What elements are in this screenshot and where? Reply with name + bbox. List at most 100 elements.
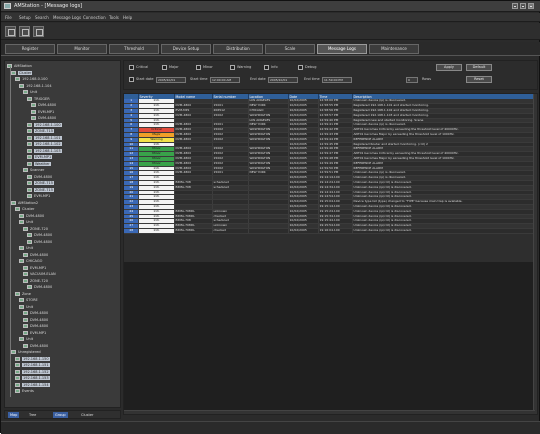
filter-major-checkbox[interactable] (162, 65, 167, 70)
tree-item[interactable]: DVM-4800 (27, 233, 52, 238)
print-icon[interactable] (33, 26, 44, 37)
status-bar (1, 421, 540, 434)
tab-distribution[interactable]: Distribution (213, 44, 263, 54)
tree-item[interactable]: DVM-4800 (27, 174, 52, 180)
apply-button[interactable]: Apply (436, 64, 462, 71)
tree-item[interactable]: EVM-MP1 (23, 330, 46, 336)
tree-item[interactable]: EVM-MP1 (27, 155, 53, 160)
tree-item-label: Cluster (22, 207, 35, 211)
tab-monitor[interactable]: Monitor (57, 44, 107, 54)
end-date-field[interactable]: 2005/10/01 (268, 77, 298, 83)
open-icon[interactable] (5, 26, 16, 37)
tree-item[interactable]: DVM-4800 (31, 116, 56, 121)
menu-tools[interactable]: Tools (109, 15, 119, 20)
filter-debug-checkbox[interactable] (298, 65, 303, 70)
filter-critical-checkbox[interactable] (129, 65, 134, 70)
footer-map-button[interactable]: Map (8, 412, 20, 418)
tree-item[interactable]: DVM-4800 (31, 103, 56, 108)
close-button[interactable] (528, 3, 534, 9)
start-date-field[interactable]: 2005/10/01 (156, 77, 186, 83)
start-time-field[interactable]: 12:00:00 AM (210, 77, 240, 83)
tab-threshold[interactable]: Threshold (109, 44, 159, 54)
tree-item[interactable]: 192.168.1.100 (27, 122, 62, 128)
count-field[interactable]: 0 (406, 77, 418, 83)
device-tree[interactable]: AMStation Cluster 192.168.0.100 192.168.1.1… (4, 60, 121, 408)
tree-item[interactable]: 192.168.1.101 (27, 135, 62, 141)
tree-item[interactable]: Scanner (23, 168, 44, 173)
vertical-scrollbar[interactable] (533, 94, 537, 414)
filter-warning-checkbox[interactable] (230, 65, 235, 70)
default-button[interactable]: Default (466, 64, 492, 71)
tree-item[interactable]: Zone (15, 291, 31, 297)
tree-item[interactable]: EVM-MP1 (31, 109, 54, 115)
maximize-button[interactable] (520, 3, 526, 9)
filter-minor-checkbox[interactable] (196, 65, 201, 70)
tree-item[interactable]: Cluster (11, 70, 33, 76)
toolbar (1, 23, 540, 40)
footer-group-button[interactable]: Group (53, 412, 68, 418)
tree-item[interactable]: DVM-4800 (27, 285, 52, 290)
tree-item[interactable]: ZONE-720 (23, 226, 48, 232)
tree-item[interactable]: 192.168.1.104 (19, 83, 52, 89)
menu-connection[interactable]: Connection (83, 15, 106, 20)
tree-item[interactable]: ZONE-715 (27, 129, 54, 134)
tab-register[interactable]: Register (5, 44, 55, 54)
tree-item[interactable]: 192.168.1.102 (27, 142, 62, 147)
tree-item[interactable]: Weather (27, 161, 51, 167)
tree-item[interactable]: TRIGGER (27, 96, 50, 102)
start-date-checkbox[interactable] (129, 77, 134, 82)
tree-item[interactable]: 192.168.1.151 (15, 363, 50, 368)
menu-help[interactable]: Help (123, 15, 132, 20)
tab-maintenance[interactable]: Maintenance (369, 44, 419, 54)
footer-cluster-button[interactable]: Cluster (81, 412, 93, 418)
menu-message-logs[interactable]: Message Logs (53, 15, 81, 20)
save-icon[interactable] (19, 26, 30, 37)
tree-item[interactable]: ZONE-720 (23, 278, 48, 284)
tree-item[interactable]: 192.168.1.153 (15, 376, 50, 381)
menu-file[interactable]: File (5, 15, 12, 20)
tree-item[interactable]: Unit (19, 304, 33, 310)
tab-scale[interactable]: Scale (265, 44, 315, 54)
tab-message-logs[interactable]: Message Logs (317, 44, 367, 54)
tree-item[interactable]: Unit (19, 246, 33, 251)
table-row[interactable]: 28 Info EZMA-708DL checked 10/02/2005 19:16:0… (124, 228, 537, 234)
tree-item[interactable]: Unit (19, 220, 33, 225)
tree-item[interactable]: ZONE-715 (27, 187, 54, 193)
tree-item[interactable]: DVM-4800 (23, 252, 48, 258)
tree-item[interactable]: Cluster (15, 207, 34, 212)
tree-item[interactable]: EVM-MP1 (23, 265, 46, 271)
minimize-button[interactable] (512, 3, 518, 9)
tree-item[interactable]: ZONE-715 (27, 181, 54, 186)
tree-item[interactable]: DVM-4800 (27, 239, 52, 245)
tree-item[interactable]: DVM-4800 (23, 324, 48, 329)
tree-item[interactable]: DVM-4800 (23, 311, 48, 316)
end-time-field[interactable]: 11:59:00 PM (322, 77, 352, 83)
tree-item[interactable]: CHICAGO (19, 259, 42, 264)
reset-button[interactable]: Reset (466, 76, 492, 83)
tree-item[interactable]: AMStation2 (11, 200, 38, 206)
filter-info-checkbox[interactable] (264, 65, 269, 70)
tree-item[interactable]: EVM-MP1 (27, 194, 50, 199)
tree-item[interactable]: STORE (19, 298, 38, 303)
menu-search[interactable]: Search (35, 15, 49, 20)
tree-item[interactable]: Events (15, 389, 34, 394)
menu-setup[interactable]: Setup (19, 15, 31, 20)
device-icon (27, 233, 32, 237)
tree-item[interactable]: 192.168.1.103 (27, 148, 62, 154)
tree-item[interactable]: DVM-4800 (19, 213, 44, 219)
tree-item[interactable]: DVM-4800 (23, 317, 48, 323)
footer-tree-button[interactable]: Tree (29, 412, 36, 418)
app-icon (4, 3, 11, 9)
tree-item[interactable]: 192.168.1.152 (15, 369, 50, 375)
tree-item[interactable]: Unit (23, 90, 37, 95)
tree-item-label: Scanner (30, 168, 45, 172)
horizontal-scrollbar[interactable] (124, 410, 535, 414)
tree-item[interactable]: 192.168.1.154 (15, 382, 50, 388)
tree-item[interactable]: Unit (19, 337, 33, 342)
tree-item[interactable]: 192.168.0.100 (15, 77, 48, 82)
tab-device-setup[interactable]: Device Setup (161, 44, 211, 54)
tree-item[interactable]: Unregistered (11, 350, 41, 355)
tree-item[interactable]: DVM-4800 (23, 343, 48, 349)
tree-item[interactable]: VACUUM-ELAN (23, 272, 56, 277)
tree-item[interactable]: 192.168.1.150 (15, 356, 50, 362)
